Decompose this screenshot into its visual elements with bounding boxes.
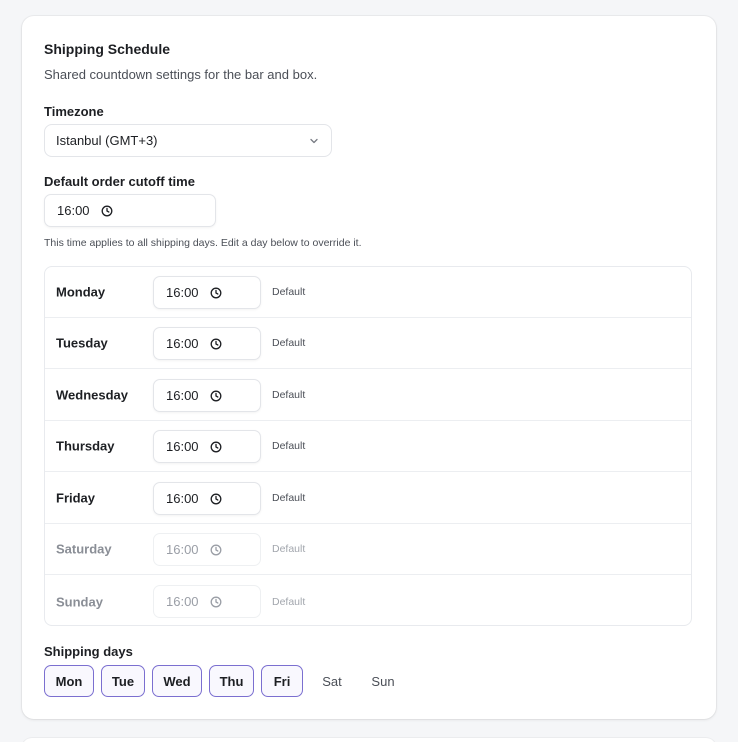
day-time-value: 16:00 (166, 336, 199, 351)
timezone-select[interactable]: Istanbul (GMT+3) (44, 124, 332, 157)
day-time-input[interactable]: 16:00 (153, 276, 261, 309)
day-status-label: Default (272, 337, 306, 349)
shipping-day-chip-wed[interactable]: Wed (152, 665, 202, 697)
day-status-label: Default (272, 440, 306, 452)
shipping-day-chip-sun[interactable]: Sun (361, 665, 405, 697)
day-row-friday: Friday 16:00 Default (45, 473, 691, 524)
shipping-day-chip-sat[interactable]: Sat (310, 665, 354, 697)
day-time-value: 16:00 (166, 439, 199, 454)
clock-icon (210, 390, 221, 401)
cutoff-hint: This time applies to all shipping days. … (44, 237, 362, 249)
day-row-wednesday: Wednesday 16:00 Default (45, 370, 691, 421)
day-status-label: Default (272, 595, 306, 608)
day-name: Thursday (56, 438, 115, 454)
day-time-value: 16:00 (166, 594, 199, 609)
shipping-days-label: Shipping days (44, 644, 133, 659)
clock-icon (101, 205, 112, 216)
clock-icon (210, 441, 221, 452)
day-row-thursday: Thursday 16:00 Default (45, 421, 691, 472)
day-name: Friday (56, 490, 96, 506)
clock-icon (210, 287, 221, 298)
day-status-label: Default (272, 286, 306, 298)
day-overrides-table: Monday 16:00 Default Tuesday 16:00 Default Wed… (44, 266, 692, 626)
day-time-value: 16:00 (166, 491, 199, 506)
shipping-schedule-card: Shipping Schedule Shared countdown setti… (22, 16, 716, 719)
timezone-label: Timezone (44, 104, 104, 119)
day-time-value: 16:00 (166, 542, 199, 557)
clock-icon (210, 338, 221, 349)
section-subtitle: Shared countdown settings for the bar an… (44, 67, 318, 82)
cutoff-time-input[interactable]: 16:00 (44, 194, 216, 227)
day-name: Sunday (56, 594, 103, 609)
shipping-day-chip-tue[interactable]: Tue (101, 665, 145, 697)
day-row-sunday: Sunday 16:00 Default (45, 576, 691, 625)
day-time-input[interactable]: 16:00 (153, 379, 261, 412)
day-time-input[interactable]: 16:00 (153, 327, 261, 360)
day-name: Wednesday (56, 387, 129, 403)
day-name: Monday (56, 284, 106, 300)
day-time-input[interactable]: 16:00 (153, 430, 261, 463)
day-row-saturday: Saturday 16:00 Default (45, 524, 691, 575)
clock-icon (210, 596, 221, 607)
day-name: Saturday (56, 541, 112, 557)
shipping-days-toggle-group: Mon Tue Wed Thu Fri Sat Sun (44, 665, 405, 697)
cutoff-time-value: 16:00 (57, 203, 90, 218)
timezone-value: Istanbul (GMT+3) (56, 133, 158, 148)
day-time-input: 16:00 (153, 533, 261, 566)
section-title: Shipping Schedule (44, 41, 171, 57)
clock-icon (210, 493, 221, 504)
day-time-input[interactable]: 16:00 (153, 482, 261, 515)
cutoff-label: Default order cutoff time (44, 174, 195, 189)
shipping-day-chip-thu[interactable]: Thu (209, 665, 254, 697)
shipping-day-chip-fri[interactable]: Fri (261, 665, 303, 697)
day-time-value: 16:00 (166, 285, 199, 300)
day-name: Tuesday (56, 335, 108, 351)
day-time-value: 16:00 (166, 388, 199, 403)
day-time-input: 16:00 (153, 585, 261, 618)
day-row-tuesday: Tuesday 16:00 Default (45, 318, 691, 369)
day-row-monday: Monday 16:00 Default (45, 267, 691, 318)
next-card-edge (22, 738, 716, 742)
chevron-down-icon (310, 138, 318, 143)
clock-icon (210, 544, 221, 555)
day-status-label: Default (272, 492, 306, 504)
day-status-label: Default (272, 389, 306, 401)
shipping-day-chip-mon[interactable]: Mon (44, 665, 94, 697)
day-status-label: Default (272, 543, 306, 555)
